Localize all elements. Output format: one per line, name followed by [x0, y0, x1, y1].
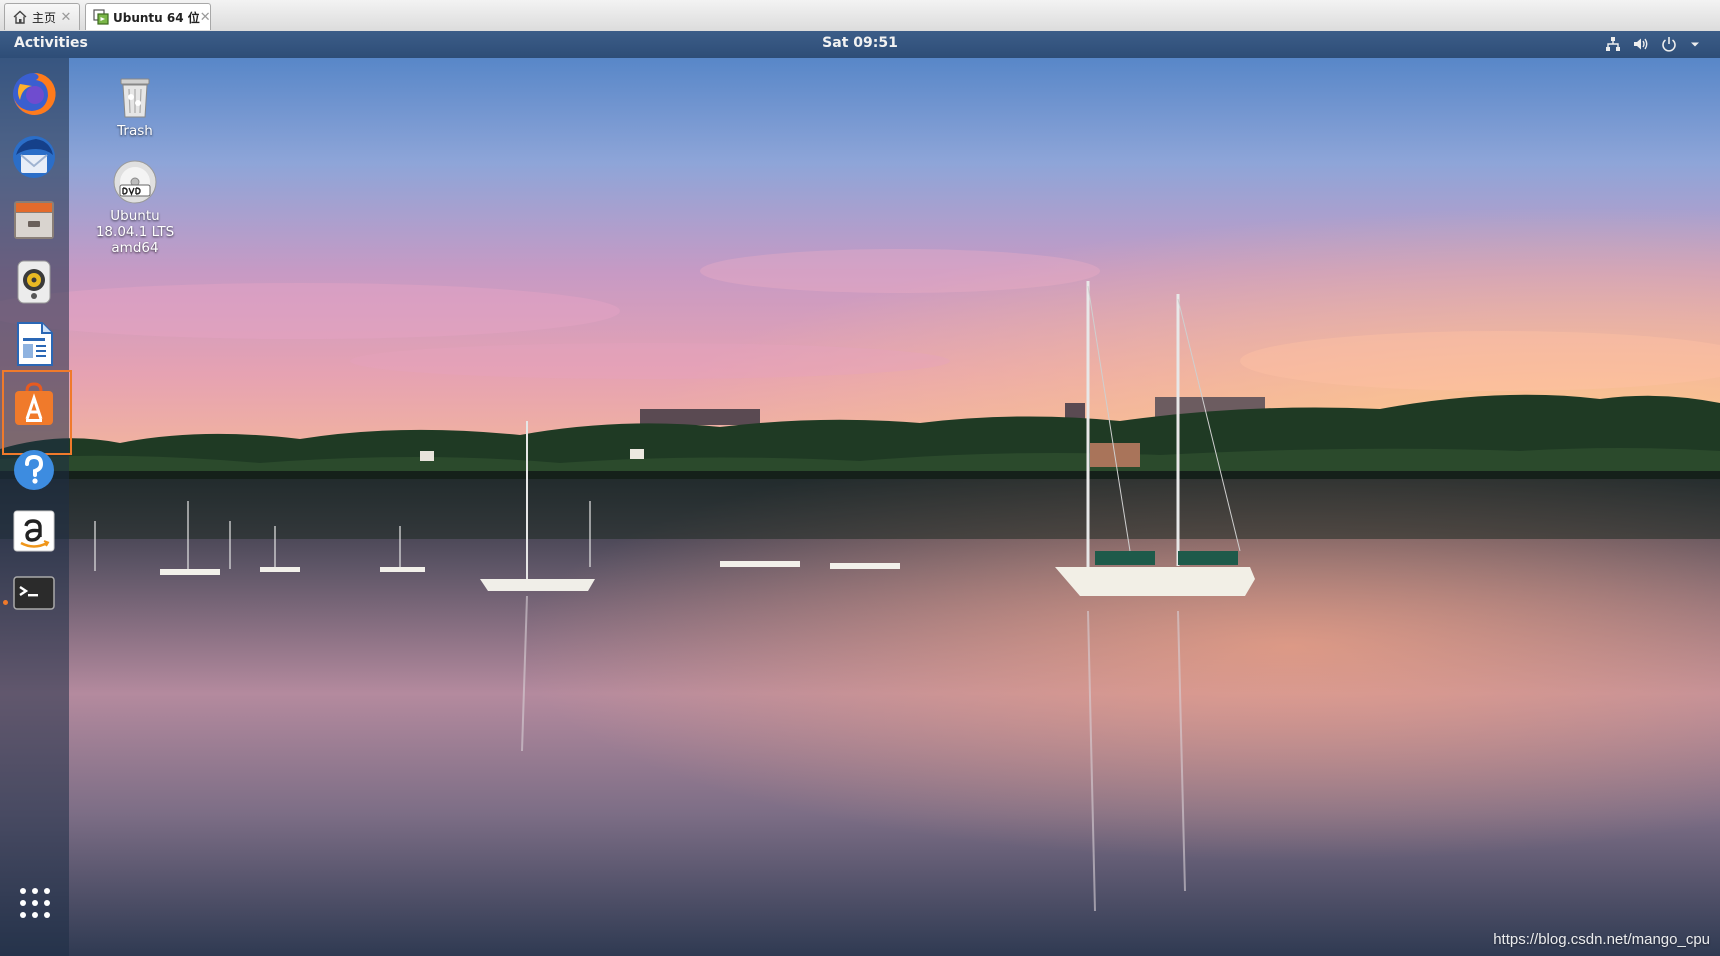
activities-button[interactable]: Activities — [14, 35, 88, 51]
volume-icon[interactable] — [1632, 35, 1650, 53]
network-icon[interactable] — [1604, 35, 1622, 53]
help-icon — [14, 450, 54, 490]
trash-icon — [111, 73, 159, 121]
system-tray[interactable] — [1604, 35, 1706, 53]
files-icon — [14, 201, 54, 239]
clock[interactable]: Sat 09:51 — [822, 35, 898, 51]
dock-rhythmbox[interactable] — [9, 257, 59, 307]
power-icon[interactable] — [1660, 35, 1678, 53]
tab-home[interactable]: 主页 ✕ — [4, 3, 80, 30]
dock-libreoffice-writer[interactable] — [9, 319, 59, 369]
dock — [0, 58, 72, 956]
close-icon[interactable]: ✕ — [59, 10, 73, 25]
vm-icon — [92, 8, 110, 26]
writer-icon — [17, 322, 53, 366]
desktop-trash-label: Trash — [117, 123, 153, 139]
terminal-running-indicator — [3, 600, 8, 605]
firefox-icon — [13, 72, 56, 115]
gnome-top-bar: Activities Sat 09:51 — [0, 31, 1720, 58]
rhythmbox-icon — [17, 260, 51, 304]
close-icon[interactable]: ✕ — [200, 10, 211, 25]
dock-thunderbird[interactable] — [9, 132, 59, 182]
watermark: https://blog.csdn.net/mango_cpu — [1493, 931, 1710, 948]
dock-amazon[interactable] — [9, 506, 59, 556]
ubuntu-screen: Activities Sat 09:51 Trash Ubuntu 18.04.… — [0, 31, 1720, 956]
thunderbird-icon — [13, 136, 55, 178]
desktop-wallpaper — [0, 31, 1720, 956]
show-applications-button[interactable] — [18, 886, 52, 920]
dock-files[interactable] — [9, 194, 59, 244]
tab-home-label: 主页 — [32, 10, 57, 25]
host-tab-strip: 主页 ✕ Ubuntu 64 位 ✕ — [0, 0, 1720, 32]
dock-firefox[interactable] — [9, 69, 59, 119]
amazon-icon — [13, 510, 55, 552]
tab-ubuntu-vm[interactable]: Ubuntu 64 位 ✕ — [85, 3, 211, 30]
dock-help[interactable] — [9, 445, 59, 495]
dock-selection-highlight — [2, 370, 72, 455]
desktop-trash[interactable]: Trash — [80, 73, 190, 139]
home-icon — [11, 8, 29, 26]
tab-ubuntu-vm-label: Ubuntu 64 位 — [113, 10, 200, 25]
desktop-ubuntu-dvd-label: Ubuntu 18.04.1 LTS amd64 — [95, 208, 175, 256]
desktop-ubuntu-dvd[interactable]: Ubuntu 18.04.1 LTS amd64 — [80, 158, 190, 256]
chevron-down-icon[interactable] — [1688, 35, 1706, 53]
dvd-icon — [111, 158, 159, 206]
dock-terminal[interactable] — [9, 568, 59, 618]
app-grid-icon — [20, 888, 50, 918]
terminal-icon — [13, 576, 55, 610]
